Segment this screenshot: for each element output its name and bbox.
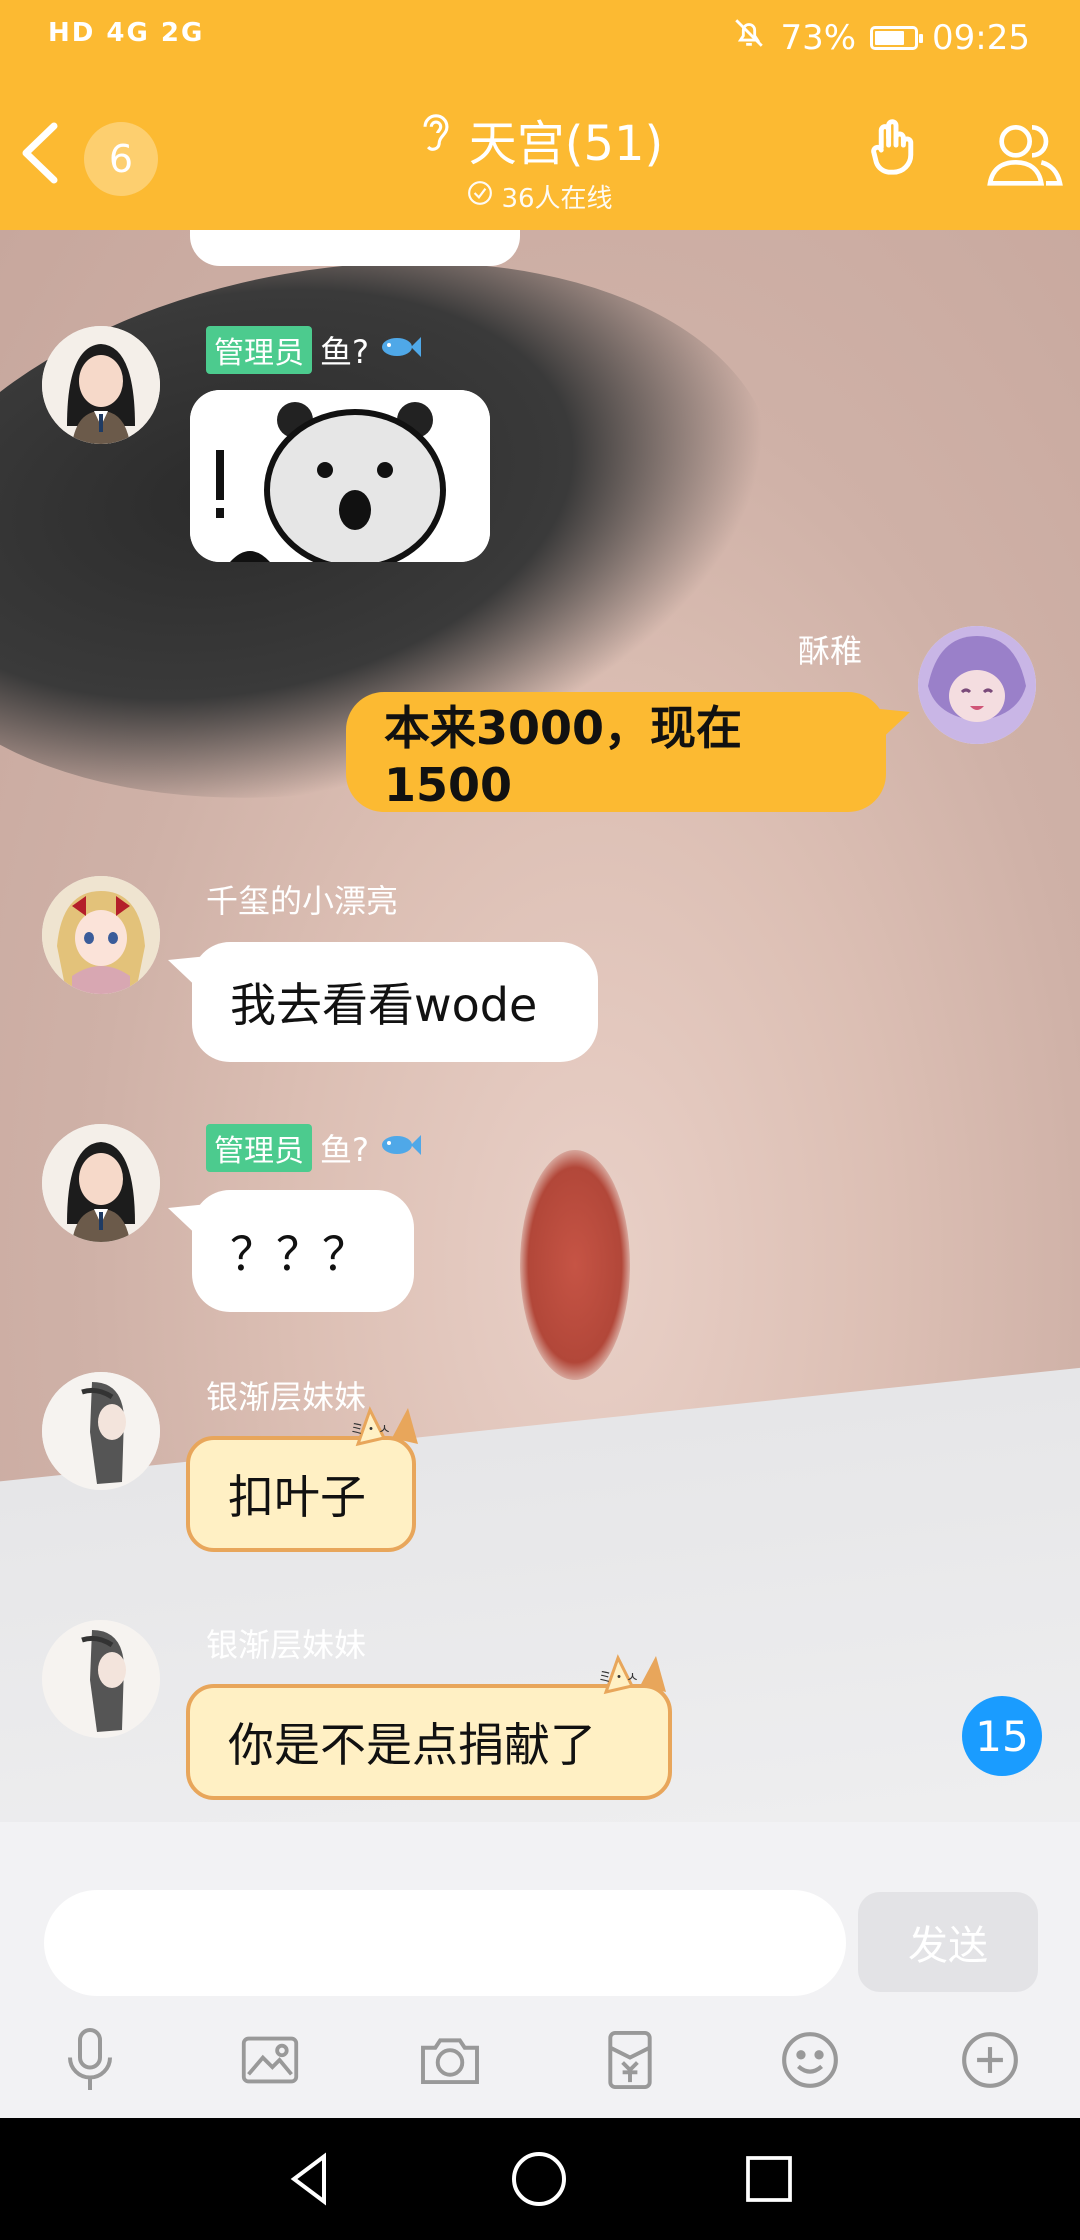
chat-area[interactable]: 管理员 鱼? 酥稚 本来3000，现在1500 千玺的小漂亮 我去看看wode	[0, 230, 1080, 1822]
admin-tag: 管理员	[206, 326, 312, 374]
check-circle-icon	[467, 180, 493, 213]
svg-text:ミ・ㅅ: ミ・ㅅ	[598, 1670, 639, 1686]
status-bar: HD 4G 2G 73% 09:25	[0, 0, 1080, 80]
bubble-tail	[870, 708, 910, 746]
message-text: 扣叶子	[228, 1470, 366, 1524]
bubble-tail	[168, 1204, 208, 1242]
sender-name: 鱼?	[320, 333, 369, 371]
status-right: 73% 09:25	[732, 16, 1030, 59]
ear-icon	[417, 108, 455, 170]
sender-name: 银渐层妹妹	[206, 1378, 367, 1416]
new-messages-badge[interactable]: 15	[962, 1696, 1042, 1776]
message-input[interactable]	[44, 1890, 846, 1996]
message-bubble[interactable]: ？？？	[192, 1190, 414, 1312]
input-area: 发送	[0, 1822, 1080, 2118]
message-bubble[interactable]: 本来3000，现在1500	[346, 692, 886, 812]
avatar[interactable]	[42, 1620, 160, 1738]
message-text: 本来3000，现在1500	[384, 701, 743, 812]
recents-square-icon[interactable]	[736, 2146, 802, 2212]
group-members-icon[interactable]	[985, 118, 1065, 192]
online-count: 36人在线	[501, 184, 613, 214]
bubble-tail	[168, 956, 208, 994]
avatar[interactable]	[42, 326, 160, 444]
mute-icon	[732, 16, 766, 59]
sender-name: 鱼?	[320, 1131, 369, 1169]
message-bubble-partial[interactable]	[190, 230, 520, 266]
sender-name: 酥稚	[798, 632, 863, 670]
home-circle-icon[interactable]	[506, 2146, 572, 2212]
sender-name: 银渐层妹妹	[206, 1626, 367, 1664]
system-navbar	[0, 2118, 1080, 2240]
cat-ears-icon: ミ・ㅅ	[350, 1406, 418, 1447]
message-text: 我去看看wode	[230, 978, 538, 1032]
plus-icon[interactable]	[952, 2022, 1028, 2098]
microphone-icon[interactable]	[52, 2022, 128, 2098]
background-lips	[520, 1150, 630, 1380]
header: HD 4G 2G 73% 09:25 6 天宫(51) 36人在线	[0, 0, 1080, 230]
cat-ears-icon: ミ・ㅅ	[598, 1654, 666, 1695]
chat-app: HD 4G 2G 73% 09:25 6 天宫(51) 36人在线 管理员 鱼?…	[0, 0, 1080, 2240]
battery-percent: 73%	[780, 17, 857, 58]
message-text: ？？？	[230, 1227, 368, 1281]
back-triangle-icon[interactable]	[276, 2146, 342, 2212]
network-indicators: HD 4G 2G	[48, 18, 205, 48]
clock: 09:25	[932, 17, 1030, 58]
message-bubble[interactable]: 扣叶子	[186, 1436, 416, 1552]
sticker-message[interactable]	[190, 390, 490, 562]
image-icon[interactable]	[232, 2022, 308, 2098]
fish-icon	[377, 331, 421, 369]
admin-tag: 管理员	[206, 1124, 312, 1172]
camera-icon[interactable]	[412, 2022, 488, 2098]
avatar[interactable]	[42, 1372, 160, 1490]
sender-name-row: 管理员 鱼?	[206, 326, 421, 374]
input-toolbar	[0, 2022, 1080, 2102]
sender-name: 千玺的小漂亮	[206, 882, 399, 920]
chat-title: 天宫(51)	[468, 116, 664, 172]
sender-name-row: 管理员 鱼?	[206, 1124, 421, 1172]
fish-icon	[377, 1129, 421, 1167]
emoji-icon[interactable]	[772, 2022, 848, 2098]
message-bubble[interactable]: 你是不是点捐献了	[186, 1684, 672, 1800]
avatar[interactable]	[918, 626, 1036, 744]
avatar[interactable]	[42, 876, 160, 994]
send-button[interactable]: 发送	[858, 1892, 1038, 1992]
battery-icon	[870, 25, 924, 50]
message-bubble[interactable]: 我去看看wode	[192, 942, 598, 1062]
red-packet-icon[interactable]	[592, 2022, 668, 2098]
gesture-icon[interactable]	[866, 118, 926, 186]
message-text: 你是不是点捐献了	[228, 1718, 596, 1772]
avatar[interactable]	[42, 1124, 160, 1242]
svg-text:ミ・ㅅ: ミ・ㅅ	[350, 1422, 391, 1438]
